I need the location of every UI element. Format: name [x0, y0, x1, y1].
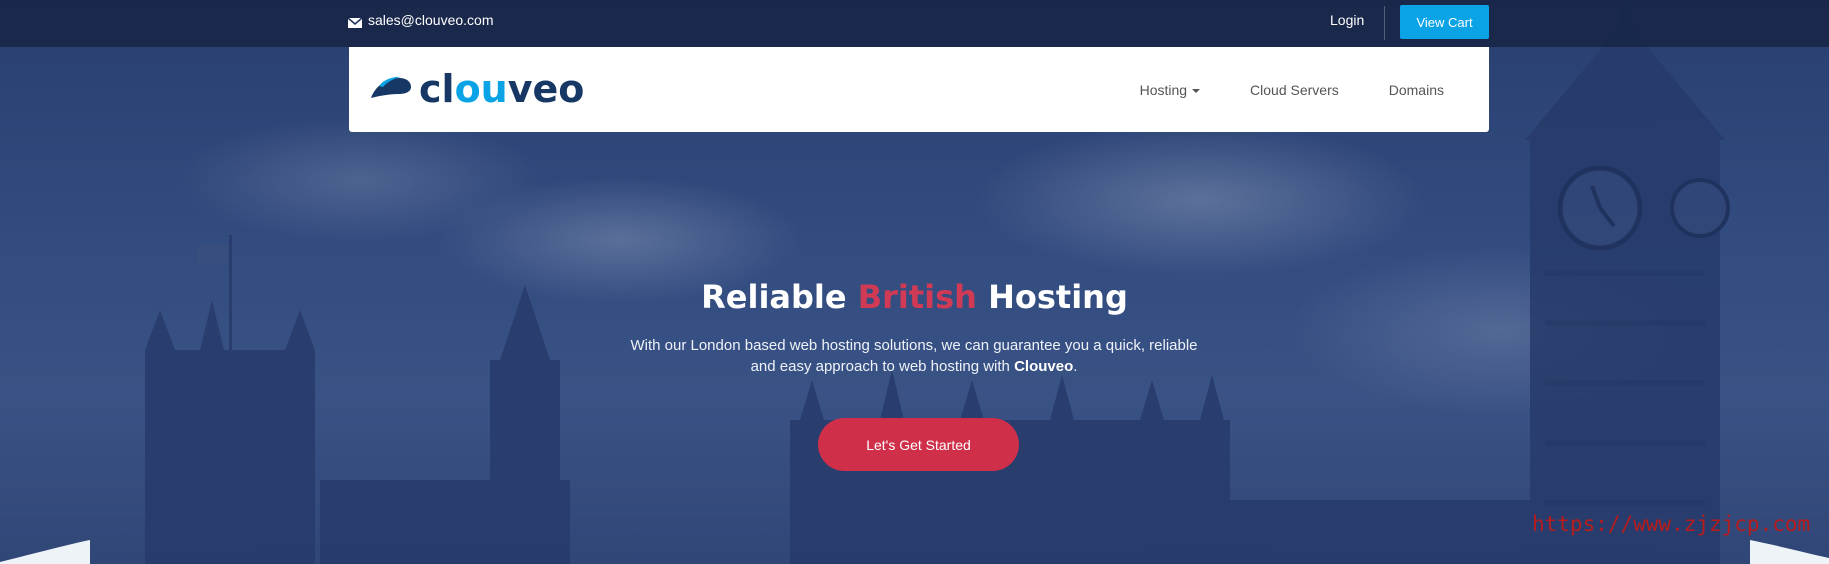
main-navbar: clouveo Hosting Cloud Servers Domains: [349, 47, 1489, 132]
watermark-text: https://www.zjzjcp.com: [1532, 512, 1811, 536]
get-started-button[interactable]: Let's Get Started: [818, 418, 1019, 471]
nav-item-label: Hosting: [1139, 81, 1188, 98]
nav-item-label: Cloud Servers: [1250, 81, 1339, 98]
nav-menu: Hosting Cloud Servers Domains: [1115, 47, 1489, 132]
cloud-logo-icon: [369, 72, 413, 107]
clouveo-logo[interactable]: clouveo: [369, 69, 584, 109]
email-text: sales@clouveo.com: [368, 12, 494, 28]
nav-item-domains[interactable]: Domains: [1364, 82, 1489, 98]
hero-title-accent: British: [857, 278, 977, 316]
hero-title: Reliable British Hosting: [701, 278, 1128, 316]
logo-text: clouveo: [419, 67, 585, 111]
nav-item-hosting[interactable]: Hosting: [1115, 82, 1225, 98]
view-cart-button[interactable]: View Cart: [1400, 5, 1489, 39]
envelope-icon: [347, 15, 363, 28]
caret-down-icon: [1192, 88, 1201, 93]
nav-item-label: Domains: [1388, 81, 1444, 98]
login-link[interactable]: Login: [1330, 12, 1364, 28]
brand-name: Clouveo: [1014, 358, 1074, 375]
bottom-wave-divider: [0, 540, 1829, 564]
contact-email[interactable]: sales@clouveo.com: [347, 12, 494, 28]
top-bar: sales@clouveo.com Login View Cart: [0, 0, 1829, 47]
topbar-divider: [1384, 6, 1385, 40]
nav-item-cloud-servers[interactable]: Cloud Servers: [1225, 82, 1364, 98]
hero-description: With our London based web hosting soluti…: [630, 337, 1198, 375]
